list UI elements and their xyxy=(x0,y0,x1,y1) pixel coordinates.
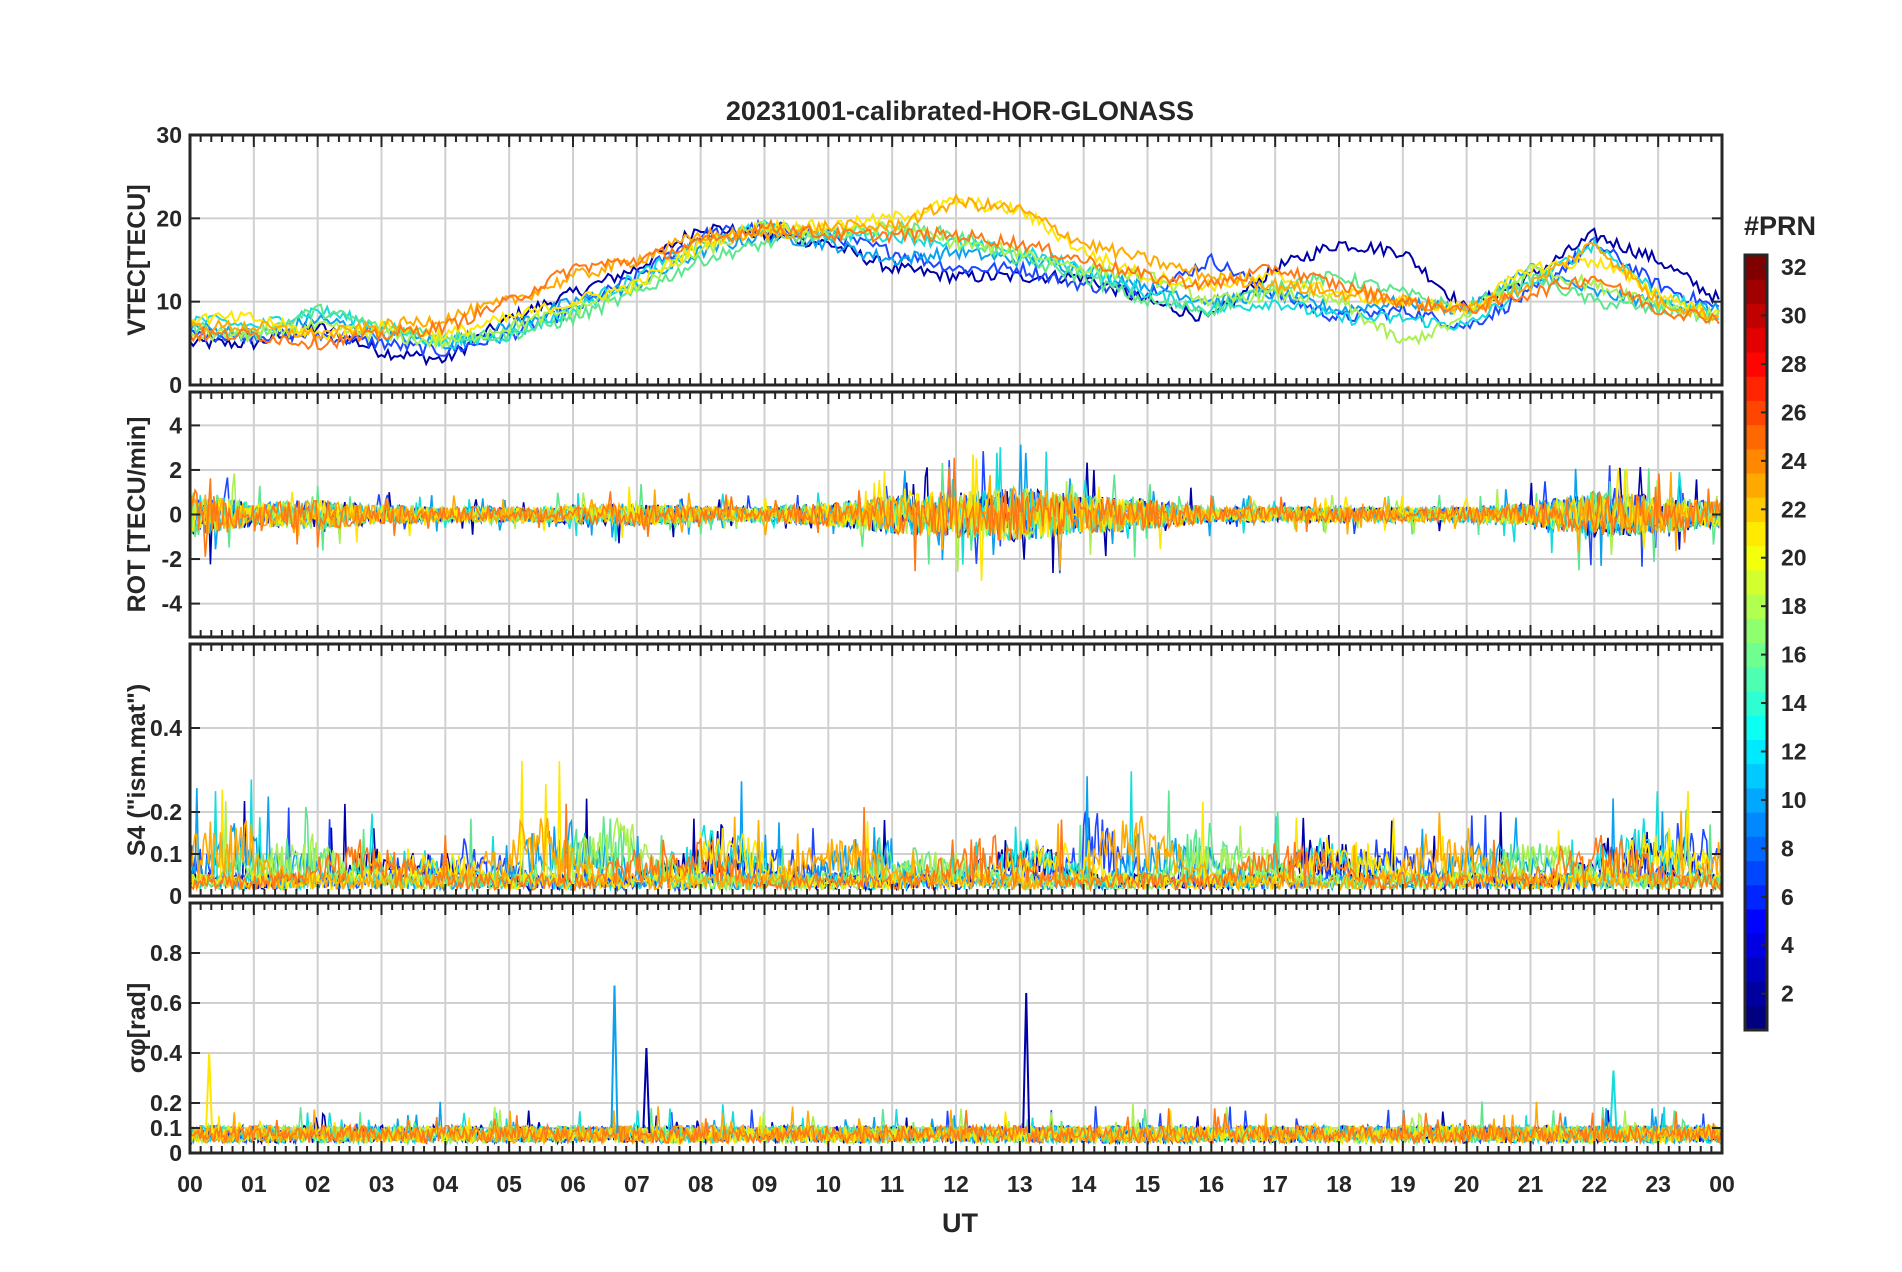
x-tick-label: 10 xyxy=(816,1171,842,1197)
x-tick-label: 19 xyxy=(1390,1171,1416,1197)
y-axis-label: S4 ("ism.mat") xyxy=(123,684,151,856)
y-tick-label: 0.8 xyxy=(150,940,182,966)
sigma-spike xyxy=(205,1052,214,1134)
panels: 0102030VTEC[TECU]-4-2024ROT [TECU/min]00… xyxy=(123,122,1735,1197)
x-tick-label: 03 xyxy=(369,1171,395,1197)
y-tick-label: 0.1 xyxy=(150,1115,182,1141)
colorbar-tick-label: 28 xyxy=(1781,351,1807,377)
colorbar-tick-label: 30 xyxy=(1781,303,1807,329)
chart-title: 20231001-calibrated-HOR-GLONASS xyxy=(726,96,1194,126)
x-tick-label: 12 xyxy=(943,1171,969,1197)
sigma-spike xyxy=(1022,992,1031,1134)
colorbar-segment xyxy=(1745,472,1767,498)
x-tick-label: 07 xyxy=(624,1171,650,1197)
colorbar-segment xyxy=(1745,279,1767,305)
vtec-series-prn-9 xyxy=(190,228,1720,350)
data-vtec xyxy=(190,192,1720,367)
x-tick-label: 20 xyxy=(1454,1171,1480,1197)
x-tick-label: 21 xyxy=(1518,1171,1544,1197)
y-tick-label: 0.2 xyxy=(150,1090,182,1116)
x-tick-label: 13 xyxy=(1007,1171,1033,1197)
colorbar-tick-label: 20 xyxy=(1781,545,1807,571)
colorbar-tick-label: 6 xyxy=(1781,884,1794,910)
colorbar-segment xyxy=(1745,715,1767,740)
x-tick-label: 11 xyxy=(880,1171,905,1197)
colorbar-tick-label: 26 xyxy=(1781,399,1807,425)
colorbar-tick-label: 12 xyxy=(1781,738,1807,764)
panel-s4: 0 0.1 0.2 0.4S4 ("ism.mat") xyxy=(123,642,1724,909)
colorbar-segment xyxy=(1745,327,1767,353)
colorbar-tick-label: 18 xyxy=(1781,593,1807,619)
colorbar-segment xyxy=(1745,666,1767,692)
y-tick-label: 0.6 xyxy=(150,990,182,1016)
y-axis-label: ROT [TECU/min] xyxy=(123,417,151,613)
y-tick-label: 0 xyxy=(169,372,182,398)
vtec-series-prn-22 xyxy=(190,192,1720,342)
sigma-spike xyxy=(1609,1070,1618,1134)
panel-rot: -4 -2 0 2 4 ROT [TECU/min] xyxy=(123,390,1724,639)
x-tick-label: 00 xyxy=(177,1171,203,1197)
x-tick-label: 00 xyxy=(1709,1171,1735,1197)
colorbar-segment xyxy=(1745,424,1767,450)
x-tick-label: 18 xyxy=(1326,1171,1352,1197)
colorbar-segment xyxy=(1745,957,1767,983)
y-axis-label: VTEC[TECU] xyxy=(123,184,151,335)
sigma-spike xyxy=(642,1047,651,1134)
colorbar-tick-label: 10 xyxy=(1781,787,1807,813)
colorbar-label: #PRN xyxy=(1744,211,1816,241)
y-tick-label: 20 xyxy=(156,205,182,231)
y-tick-label: 0.4 xyxy=(150,715,182,741)
x-tick-label: 01 xyxy=(241,1171,267,1197)
x-tick-label: 17 xyxy=(1262,1171,1288,1197)
x-tick-label: 04 xyxy=(433,1171,459,1197)
x-tick-label: 09 xyxy=(752,1171,778,1197)
y-tick-label: 0.1 xyxy=(150,841,182,867)
colorbar-segment xyxy=(1745,812,1767,837)
y-axis-label: σφ[rad] xyxy=(123,983,151,1074)
colorbar-tick-label: 4 xyxy=(1781,932,1794,958)
x-tick-label: 16 xyxy=(1199,1171,1225,1197)
y-tick-label: 10 xyxy=(156,289,182,315)
y-tick-label: 0 xyxy=(169,502,182,528)
colorbar-tick-label: 14 xyxy=(1781,690,1807,716)
x-tick-label: 14 xyxy=(1071,1171,1097,1197)
x-tick-label: 23 xyxy=(1645,1171,1671,1197)
y-tick-label: 0 xyxy=(169,1140,182,1166)
colorbar-segment xyxy=(1745,763,1767,789)
figure: 20231001-calibrated-HOR-GLONASS UT #PRN … xyxy=(123,96,1816,1238)
colorbar-tick-label: 2 xyxy=(1781,981,1794,1007)
y-tick-label: 0.4 xyxy=(150,1040,182,1066)
x-tick-label: 05 xyxy=(496,1171,522,1197)
colorbar-segment xyxy=(1745,860,1767,886)
y-tick-label: 0.2 xyxy=(150,799,182,825)
panel-sigma_phi: 00.10.2 0.4 0.6 0.8 σφ[rad] xyxy=(123,901,1724,1166)
x-tick-label: 02 xyxy=(305,1171,331,1197)
colorbar-segment xyxy=(1745,618,1767,644)
y-tick-label: 2 xyxy=(169,457,182,483)
y-tick-label: 0 xyxy=(169,883,182,909)
x-tick-label: 08 xyxy=(688,1171,714,1197)
x-axis-label: UT xyxy=(942,1208,978,1238)
colorbar-tick-label: 16 xyxy=(1781,642,1807,668)
x-tick-label: 22 xyxy=(1582,1171,1608,1197)
y-tick-label: 4 xyxy=(169,412,182,438)
colorbar-tick-label: 32 xyxy=(1781,254,1807,280)
y-tick-label: 30 xyxy=(156,122,182,148)
colorbar: 2468101214161820222426283032 xyxy=(1743,253,1807,1032)
colorbar-segment xyxy=(1745,521,1767,547)
colorbar-segment xyxy=(1745,569,1767,595)
y-tick-label: -4 xyxy=(162,591,183,617)
x-tick-label: 15 xyxy=(1135,1171,1161,1197)
colorbar-segment xyxy=(1745,908,1767,934)
y-tick-label: -2 xyxy=(162,546,182,572)
panel-vtec: 0 10 20 30 VTEC[TECU] xyxy=(123,122,1724,398)
colorbar-tick-label: 8 xyxy=(1781,835,1794,861)
colorbar-tick-label: 24 xyxy=(1781,448,1807,474)
colorbar-tick-label: 22 xyxy=(1781,496,1807,522)
colorbar-segment xyxy=(1745,376,1767,401)
x-tick-label: 06 xyxy=(560,1171,586,1197)
colorbar-segment xyxy=(1745,1005,1767,1031)
